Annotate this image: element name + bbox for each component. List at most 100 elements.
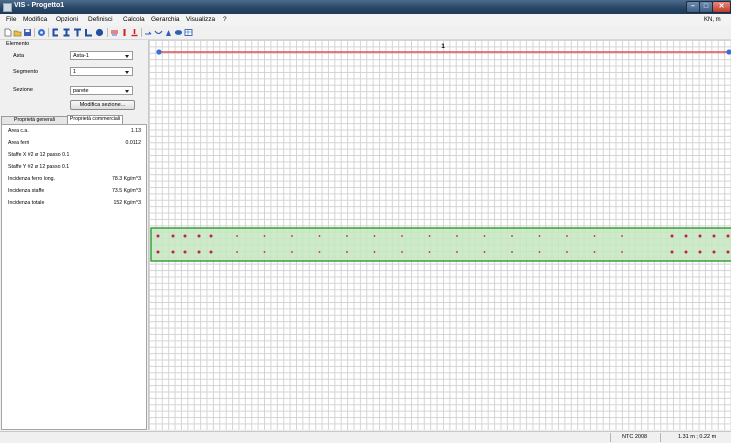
rebar-dot <box>566 235 568 237</box>
asta-label: Asta <box>13 53 25 59</box>
settings-icon[interactable] <box>37 28 46 37</box>
menu-opzioni[interactable]: Opzioni <box>56 16 78 23</box>
sezione-label: Sezione <box>13 87 33 93</box>
rebar-dot <box>236 251 238 253</box>
rebar-dot <box>236 235 238 237</box>
support-icon[interactable] <box>130 28 139 37</box>
new-file-icon[interactable] <box>3 28 12 37</box>
status-bar: NTC 2008 1.31 m ; 0.22 m <box>0 431 731 443</box>
property-label: Area c.a. <box>8 128 29 134</box>
app-icon <box>3 3 12 12</box>
rebar-dot <box>483 235 486 237</box>
c-section-icon[interactable] <box>51 28 60 37</box>
wall-section[interactable] <box>150 227 731 262</box>
segmento-label: Segmento <box>13 69 39 75</box>
menu-file[interactable]: File <box>6 16 16 23</box>
sezione-value: parete <box>73 88 89 94</box>
maximize-button[interactable]: □ <box>699 1 713 13</box>
i-section-icon[interactable] <box>62 28 71 37</box>
asta-value: Asta-1 <box>73 53 89 59</box>
menu-calcola[interactable]: Calcola <box>123 16 145 23</box>
circular-section-icon[interactable] <box>95 28 104 37</box>
minimize-button[interactable]: – <box>686 1 700 13</box>
l-section-icon[interactable] <box>84 28 93 37</box>
chevron-down-icon <box>125 90 129 93</box>
chevron-down-icon <box>125 71 129 74</box>
segmento-value: 1 <box>73 69 77 75</box>
toolbar-separator <box>48 28 49 37</box>
rebar-dot <box>593 235 596 237</box>
modifica-sezione-button[interactable]: Modifica sezione... <box>70 100 135 110</box>
menu-modifica[interactable]: Modifica <box>23 16 47 23</box>
rebar-dot <box>291 251 293 253</box>
rebar-dot <box>209 234 213 238</box>
rebar-dot <box>726 234 730 238</box>
segmento-select[interactable]: 1 <box>70 67 133 76</box>
save-icon[interactable] <box>23 28 32 37</box>
load-icon[interactable] <box>144 28 153 37</box>
close-button[interactable]: ✕ <box>712 1 731 13</box>
property-label: Staffe X #2 ø 12 passo 0.1 <box>8 152 70 158</box>
rebar-dot <box>511 235 513 237</box>
rebar-dot <box>684 250 688 254</box>
property-value: 73.5 Kg/m^3 <box>112 188 141 194</box>
property-value: 78.3 Kg/m^3 <box>112 176 141 182</box>
deformed-shape-icon[interactable] <box>154 28 163 37</box>
menu-gerarchia[interactable]: Gerarchia <box>151 16 180 23</box>
menu-definisci[interactable]: Definisci <box>88 16 113 23</box>
rebar-dot <box>698 234 702 238</box>
end-node[interactable] <box>726 49 731 55</box>
rebar-dot <box>712 250 716 254</box>
rebar-dot <box>456 235 458 237</box>
toolbar-separator <box>34 28 35 37</box>
window-title: VIS - Progetto1 <box>14 2 65 9</box>
element-group-label: Elemento <box>6 41 30 47</box>
moment-diagram-icon[interactable] <box>164 28 173 37</box>
property-row: Area c.a. 1.13 <box>2 126 146 137</box>
rebar-dot <box>263 251 266 253</box>
chevron-down-icon <box>125 55 129 58</box>
segment-number: 1 <box>441 43 445 50</box>
rebar-dot <box>593 251 596 253</box>
t-section-icon[interactable] <box>73 28 82 37</box>
drawing-canvas[interactable]: 1 <box>149 40 731 430</box>
rebar-dot <box>263 235 266 237</box>
property-label: Staffe Y #2 ø 12 passo 0.1 <box>8 164 70 170</box>
toolbar-separator <box>141 28 142 37</box>
rebar-dot <box>197 234 201 238</box>
property-row: Incidenza ferro long. 78.3 Kg/m^3 <box>2 174 146 185</box>
property-label: Incidenza totale <box>8 200 45 206</box>
rebar-dot <box>428 251 431 253</box>
maximize-icon: □ <box>703 3 709 10</box>
status-separator <box>660 433 661 442</box>
rebar-dot <box>621 251 623 253</box>
beam-icon[interactable] <box>110 28 119 37</box>
rebar-dot <box>373 251 376 253</box>
rebar-dot <box>171 234 175 238</box>
rebar-dot <box>621 235 623 237</box>
rebar-dot <box>171 250 175 254</box>
menu-visualizza[interactable]: Visualizza <box>186 16 215 23</box>
cursor-coordinates: 1.31 m ; 0.22 m <box>678 434 717 440</box>
open-folder-icon[interactable] <box>13 28 22 37</box>
column-icon[interactable] <box>120 28 129 37</box>
units-label: KN, m <box>704 17 721 23</box>
toolbar-separator <box>107 28 108 37</box>
property-label: Area ferri <box>8 140 30 146</box>
rebar-dot <box>698 250 702 254</box>
rebar-dot <box>156 250 160 254</box>
rebar-dot <box>670 234 674 238</box>
property-label: Incidenza staffe <box>8 188 45 194</box>
sezione-select[interactable]: parete <box>70 86 133 95</box>
shear-diagram-icon[interactable] <box>174 28 183 37</box>
start-node[interactable] <box>156 49 162 55</box>
asta-select[interactable]: Asta-1 <box>70 51 133 60</box>
property-label: Incidenza ferro long. <box>8 176 56 182</box>
table-icon[interactable] <box>184 28 193 37</box>
menu-help[interactable]: ? <box>223 16 227 23</box>
rebar-dot <box>318 251 321 253</box>
properties-list: Area c.a. 1.13 Area ferri 0.0112 Staffe … <box>1 124 147 430</box>
rebar-dot <box>291 235 293 237</box>
rebar-dot <box>483 251 486 253</box>
rebar-dot <box>183 250 187 254</box>
